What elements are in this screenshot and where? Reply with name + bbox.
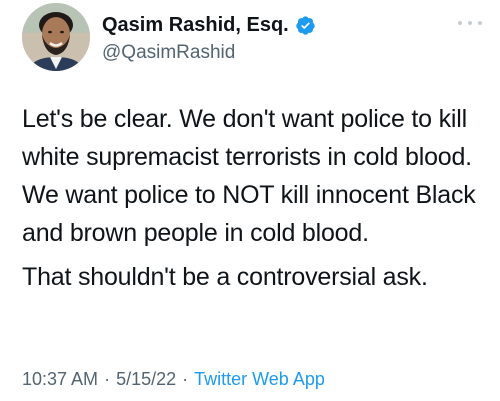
tweet-paragraph: Let's be clear. We don't want police to … [22,105,476,247]
tweet-header: Qasim Rashid, Esq. @QasimRashid [22,3,482,73]
tweet-time[interactable]: 10:37 AM [22,369,98,389]
meta-separator: · [104,369,111,389]
avatar-photo [22,3,90,71]
tweet-text: Let's be clear. We don't want police to … [22,100,492,296]
display-name[interactable]: Qasim Rashid, Esq. [102,14,289,37]
meta-separator: · [182,369,189,389]
tweet-date[interactable]: 5/15/22 [116,369,176,389]
avatar[interactable] [22,3,90,71]
author-block: Qasim Rashid, Esq. @QasimRashid [102,13,316,64]
more-options-icon[interactable] [458,17,482,29]
tweet-card: Qasim Rashid, Esq. @QasimRashid Let's be… [0,0,500,401]
tweet-meta: 10:37 AM · 5/15/22 · Twitter Web App [22,369,325,390]
tweet-source-link[interactable]: Twitter Web App [194,369,325,389]
name-row: Qasim Rashid, Esq. [102,13,316,37]
handle[interactable]: @QasimRashid [102,42,316,64]
tweet-paragraph: That shouldn't be a controversial ask. [22,263,428,291]
verified-badge-icon [295,15,316,36]
